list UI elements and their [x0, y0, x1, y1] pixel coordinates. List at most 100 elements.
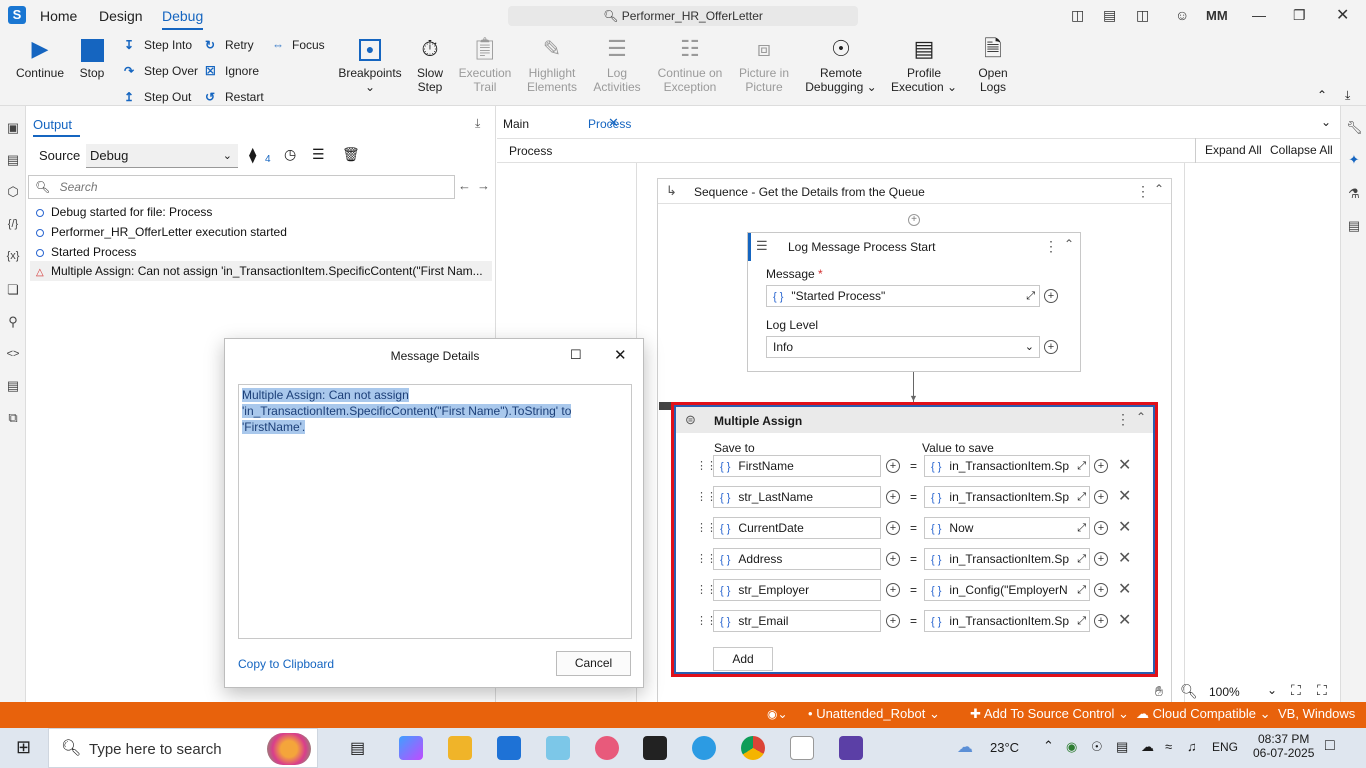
add-icon[interactable]: + — [1094, 552, 1108, 566]
add-activity-icon[interactable]: + — [908, 214, 920, 226]
imports-icon[interactable]: ❏ — [5, 282, 21, 298]
windows-start-icon[interactable]: ⊞ — [16, 737, 31, 758]
tray-icon[interactable]: ☉ — [1091, 739, 1103, 755]
panel-right-icon[interactable]: ◫ — [1136, 7, 1149, 24]
edge-icon[interactable] — [692, 736, 716, 760]
mail-icon[interactable] — [497, 736, 521, 760]
expand-icon[interactable]: ⤢ — [1075, 487, 1086, 507]
feedback-icon[interactable]: ☺ — [1175, 7, 1189, 23]
compatibility-status[interactable]: ☁ Cloud Compatible ⌄ — [1136, 706, 1270, 722]
retry-button[interactable]: ↻ Retry — [205, 38, 254, 52]
log-line[interactable]: Debug started for file: Process — [36, 205, 212, 219]
log-line-error[interactable]: △ Multiple Assign: Can not assign 'in_Tra… — [30, 261, 492, 281]
value-field[interactable]: { } in_TransactionItem.Sp ⤢ — [924, 610, 1090, 632]
chevron-down-icon[interactable]: ⌄ — [1267, 683, 1277, 697]
remote-debugging-button[interactable]: ☉ Remote Debugging ⌄ — [804, 36, 878, 94]
filter-icon[interactable]: ⧫ — [249, 146, 256, 164]
chevron-down-icon[interactable]: ⌄ — [1321, 115, 1331, 129]
project-search[interactable]: 🔍︎ Performer_HR_OfferLetter — [508, 6, 858, 26]
remove-row-icon[interactable]: ✕ — [1118, 613, 1131, 629]
close-icon[interactable]: ✕ — [1336, 5, 1349, 25]
debug-target-icon[interactable]: ◉⌄ — [767, 707, 788, 721]
object-repository-icon[interactable]: ⧉ — [5, 410, 21, 426]
clear-icon[interactable]: 🗑︎ — [342, 146, 360, 163]
expand-icon[interactable]: ⤢ — [1075, 611, 1086, 631]
save-to-field[interactable]: { } Address — [713, 548, 881, 570]
project-icon[interactable]: ▣ — [5, 120, 21, 136]
save-to-field[interactable]: { } FirstName — [713, 455, 881, 477]
tray-icon[interactable]: ☁ — [1141, 739, 1154, 755]
add-icon[interactable]: + — [886, 552, 900, 566]
taskbar-search[interactable]: 🔍︎ Type here to search — [48, 728, 318, 768]
more-icon[interactable]: ⋮ — [1136, 183, 1150, 200]
notes-icon[interactable]: ▤ — [1346, 218, 1362, 234]
step-over-button[interactable]: ↷ Step Over — [124, 64, 198, 78]
add-icon[interactable]: + — [1094, 583, 1108, 597]
add-icon[interactable]: + — [1094, 521, 1108, 535]
log-message-activity[interactable]: ☰ Log Message Process Start ⋮ ⌃ Message … — [747, 232, 1081, 372]
zoom-icon[interactable]: 🔍︎ — [1180, 683, 1198, 700]
value-field[interactable]: { } in_TransactionItem.Sp ⤢ — [924, 548, 1090, 570]
add-row-button[interactable]: Add — [713, 647, 773, 671]
user-avatar[interactable]: MM — [1206, 8, 1228, 23]
pin-icon[interactable]: ⤓ — [475, 116, 480, 131]
add-icon[interactable]: + — [886, 614, 900, 628]
tab-main[interactable]: Main — [503, 117, 529, 131]
arrow-right-icon[interactable]: → — [477, 178, 490, 193]
multiple-assign-activity[interactable]: ⊜ Multiple Assign ⋮ ⌃ Save to Value to s… — [674, 405, 1155, 674]
source-dropdown[interactable]: Debug ⌄ — [86, 144, 238, 168]
expand-icon[interactable]: ⤢ — [1075, 549, 1086, 569]
notepad-icon[interactable] — [790, 736, 814, 760]
arguments-icon[interactable]: {x} — [5, 248, 21, 264]
expand-icon[interactable]: ⤢ — [1026, 286, 1035, 306]
more-icon[interactable]: ⋮ — [1116, 411, 1130, 428]
minimize-icon[interactable]: — — [1252, 7, 1266, 23]
language-indicator[interactable]: ENG — [1212, 740, 1238, 754]
add-icon[interactable]: + — [1094, 490, 1108, 504]
tray-icon[interactable]: ◉ — [1066, 739, 1077, 755]
collapse-icon[interactable]: ⌃ — [1064, 237, 1074, 251]
file-explorer-icon[interactable] — [448, 736, 472, 760]
restart-button[interactable]: ↺ Restart — [205, 90, 264, 104]
value-field[interactable]: { } in_Config("EmployerN ⤢ — [924, 579, 1090, 601]
remove-row-icon[interactable]: ✕ — [1118, 582, 1131, 598]
panel-bottom-icon[interactable]: ▤ — [1103, 7, 1116, 24]
remove-row-icon[interactable]: ✕ — [1118, 458, 1131, 474]
collapse-icon[interactable]: ⌃ — [1136, 410, 1146, 424]
save-to-field[interactable]: { } CurrentDate — [713, 517, 881, 539]
log-level-dropdown[interactable]: Info ⌄ — [766, 336, 1040, 358]
copilot-icon[interactable] — [399, 736, 423, 760]
snipping-icon[interactable] — [595, 736, 619, 760]
temperature[interactable]: 23°C — [990, 740, 1019, 755]
arrow-left-icon[interactable]: ← — [458, 178, 471, 193]
expand-icon[interactable]: ⤢ — [1075, 456, 1086, 476]
remove-row-icon[interactable]: ✕ — [1118, 551, 1131, 567]
message-field[interactable]: { } "Started Process" ⤢ — [766, 285, 1040, 307]
terminal-icon[interactable] — [643, 736, 667, 760]
clock-icon[interactable]: ◷ — [284, 146, 296, 163]
value-field[interactable]: { } in_TransactionItem.Sp ⤢ — [924, 455, 1090, 477]
add-icon[interactable]: + — [1044, 340, 1058, 354]
expand-icon[interactable]: ⤢ — [1075, 580, 1086, 600]
expand-icon[interactable]: ⤢ — [1075, 518, 1086, 538]
profile-execution-button[interactable]: ▤ Profile Execution ⌄ — [890, 36, 958, 94]
value-field[interactable]: { } in_TransactionItem.Sp ⤢ — [924, 486, 1090, 508]
add-icon[interactable]: + — [1094, 459, 1108, 473]
robot-status[interactable]: • Unattended_Robot ⌄ — [808, 706, 940, 722]
save-to-field[interactable]: { } str_LastName — [713, 486, 881, 508]
add-icon[interactable]: + — [1044, 289, 1058, 303]
continue-button[interactable]: ▶ Continue — [14, 36, 66, 80]
remove-row-icon[interactable]: ✕ — [1118, 489, 1131, 505]
focus-button[interactable]: ⇔ Focus — [272, 38, 325, 52]
tab-design[interactable]: Design — [99, 8, 143, 24]
code-icon[interactable]: <> — [5, 346, 21, 362]
wifi-icon[interactable]: ≈ — [1165, 739, 1172, 754]
chevron-up-icon[interactable]: ⌃ — [1043, 738, 1054, 754]
group-icon[interactable]: ☰ — [312, 146, 325, 163]
picture-in-picture-button[interactable]: ⧈ Picture in Picture — [734, 36, 794, 94]
collapse-ribbon-icon[interactable]: ⌃ — [1317, 88, 1327, 102]
maximize-icon[interactable]: ☐ — [570, 347, 582, 363]
task-view-icon[interactable]: ▤ — [350, 738, 365, 758]
notifications-icon[interactable]: □ — [1325, 737, 1335, 755]
step-into-button[interactable]: ↧ Step Into — [124, 38, 192, 52]
